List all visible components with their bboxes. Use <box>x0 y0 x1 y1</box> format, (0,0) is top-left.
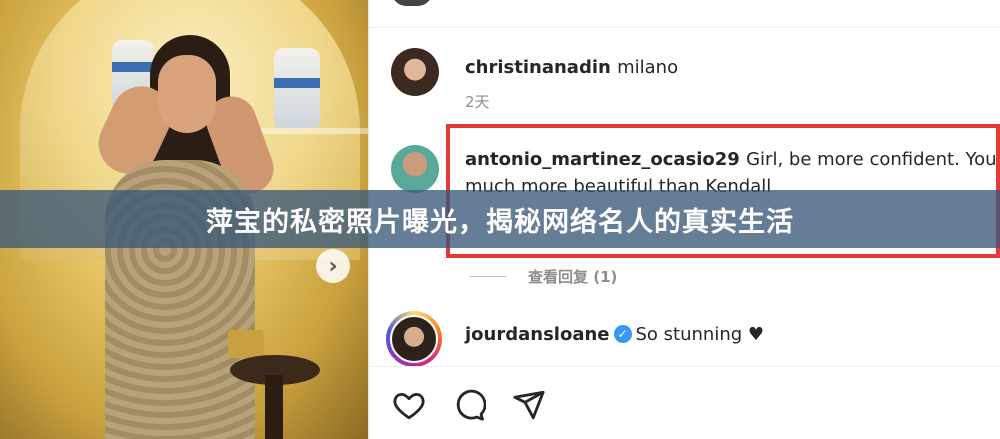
chevron-right-icon: › <box>328 253 338 279</box>
divider <box>368 27 1000 28</box>
comment-1: christinanadin milano <box>465 57 678 78</box>
avatar[interactable] <box>390 315 438 363</box>
comment-timestamp[interactable]: 2天 <box>465 91 490 112</box>
ceramic-jar-right <box>274 48 320 128</box>
share-icon[interactable] <box>512 388 546 426</box>
comment-3: jourdansloane ✓ So stunning ♥ <box>465 324 764 345</box>
view-replies-label[interactable]: 查看回复 (1) <box>528 266 617 287</box>
verified-badge-icon: ✓ <box>613 325 632 343</box>
title-banner: 萍宝的私密照片曝光，揭秘网络名人的真实生活 <box>0 190 1000 248</box>
avatar[interactable] <box>391 145 439 193</box>
comment-username[interactable]: jourdansloane <box>465 324 610 345</box>
banner-title: 萍宝的私密照片曝光，揭秘网络名人的真实生活 <box>206 206 794 238</box>
person-face <box>158 55 216 133</box>
view-replies[interactable]: 查看回复 (1) <box>470 266 617 287</box>
lamp <box>228 330 264 358</box>
next-photo-button[interactable]: › <box>316 249 350 283</box>
comment-text: milano <box>617 57 679 78</box>
comment-icon[interactable] <box>452 388 487 426</box>
replies-dash <box>470 276 506 277</box>
heart-icon[interactable] <box>392 388 426 426</box>
side-table-leg <box>265 375 283 439</box>
shelf <box>250 128 368 134</box>
divider <box>368 366 1000 367</box>
comment-text: So stunning ♥ <box>635 324 765 345</box>
comment-username[interactable]: christinanadin <box>465 57 611 78</box>
avatar[interactable] <box>391 48 439 96</box>
action-bar <box>392 388 546 426</box>
